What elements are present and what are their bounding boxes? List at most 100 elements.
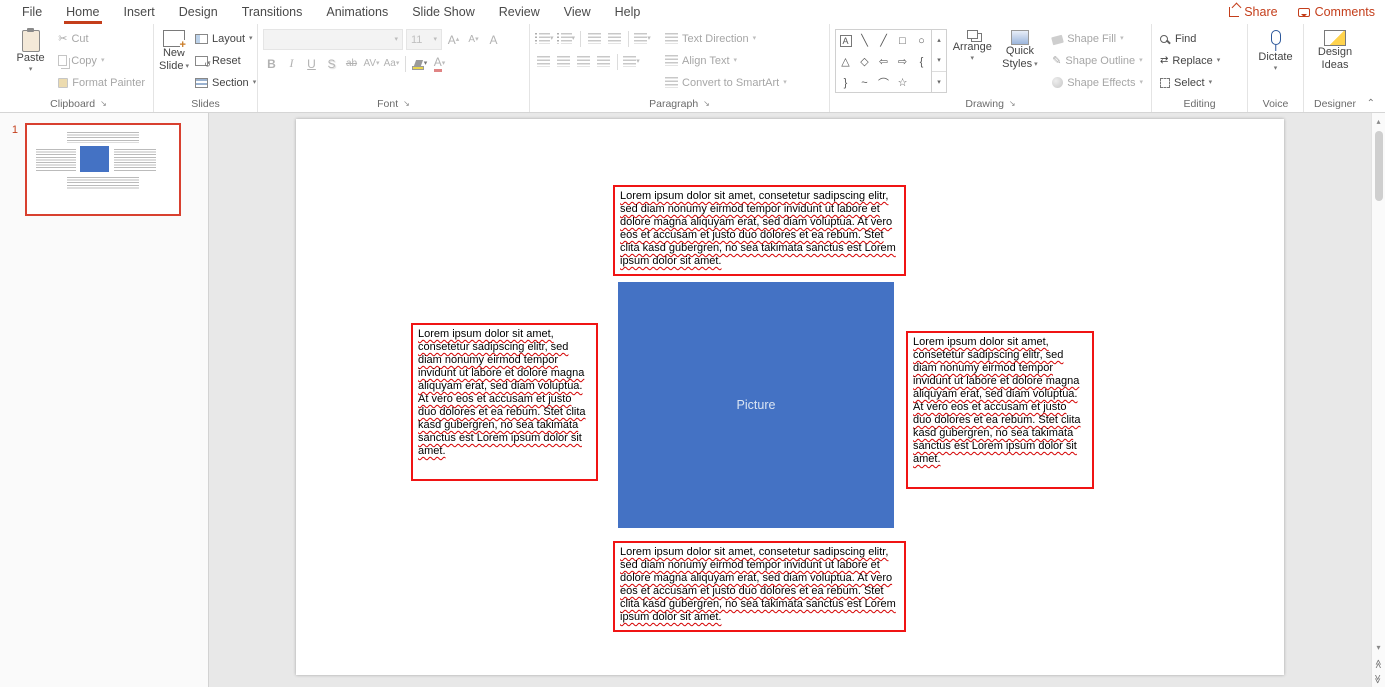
replace-button[interactable]: ⇄ Replace ▾ <box>1157 51 1223 70</box>
dictate-button[interactable]: Dictate ▾ <box>1253 26 1298 72</box>
shape-star-icon[interactable]: ☆ <box>893 72 912 93</box>
shape-oval-icon[interactable]: ○ <box>912 30 931 51</box>
reset-button[interactable]: Reset <box>192 51 259 70</box>
new-slide-label-line2: Slide <box>159 60 183 73</box>
shape-arrow-right-icon[interactable]: ⇨ <box>893 51 912 72</box>
clear-formatting-button[interactable]: A <box>485 30 502 49</box>
layout-button[interactable]: Layout ▾ <box>192 29 259 48</box>
powerpoint-window: File Home Insert Design Transitions Anim… <box>0 0 1385 687</box>
tab-help[interactable]: Help <box>603 0 653 24</box>
decrease-indent-button[interactable] <box>586 29 603 48</box>
font-size-combo[interactable]: 11 ▾ <box>406 29 442 50</box>
next-slide-icon: ≪ <box>1373 675 1384 683</box>
strikethrough-button[interactable]: ab <box>343 54 360 73</box>
picture-placeholder[interactable]: Picture <box>618 282 894 528</box>
bold-button[interactable]: B <box>263 54 280 73</box>
format-painter-button[interactable]: Format Painter <box>55 73 148 92</box>
tab-home[interactable]: Home <box>54 0 111 24</box>
textbox-left[interactable]: Lorem ipsum dolor sit amet, consetetur s… <box>411 323 598 481</box>
tab-design[interactable]: Design <box>167 0 230 24</box>
shape-triangle-icon[interactable]: △ <box>836 51 855 72</box>
new-slide-button[interactable]: New Slide ▾ <box>159 26 189 72</box>
columns-button[interactable]: ▾ <box>623 52 640 71</box>
align-center-button[interactable] <box>555 52 572 71</box>
align-right-button[interactable] <box>575 52 592 71</box>
italic-button[interactable]: I <box>283 54 300 73</box>
section-button[interactable]: Section ▾ <box>192 73 259 92</box>
paste-button[interactable]: Paste ▾ <box>9 26 52 73</box>
paragraph-dialog-launcher-icon[interactable]: ↘ <box>703 99 710 108</box>
shapes-scroll-down-button[interactable]: ▾ <box>932 50 946 70</box>
shape-arc-icon[interactable]: ⌒ <box>874 72 893 93</box>
textbox-right[interactable]: Lorem ipsum dolor sit amet, consetetur s… <box>906 331 1094 489</box>
font-color-button[interactable]: A ▾ <box>431 54 448 73</box>
text-direction-button[interactable]: Text Direction ▾ <box>662 29 790 48</box>
shape-effects-button[interactable]: Shape Effects ▾ <box>1049 73 1146 92</box>
previous-slide-button[interactable]: ≪ <box>1372 655 1385 671</box>
character-spacing-button[interactable]: AV ▾ <box>363 54 380 73</box>
align-text-button[interactable]: Align Text ▾ <box>662 51 790 70</box>
font-dialog-launcher-icon[interactable]: ↘ <box>403 99 410 108</box>
select-button[interactable]: Select ▾ <box>1157 73 1223 92</box>
shape-curve-icon[interactable]: ~ <box>855 72 874 93</box>
tab-transitions[interactable]: Transitions <box>230 0 315 24</box>
text-highlight-color-button[interactable]: ▾ <box>411 54 428 73</box>
shape-textbox-icon[interactable]: A <box>836 30 855 51</box>
collapse-ribbon-button[interactable]: ⌃ <box>1367 98 1375 109</box>
design-ideas-label-line2: Ideas <box>1322 59 1349 72</box>
shape-arrow-left-icon[interactable]: ⇦ <box>874 51 893 72</box>
copy-button[interactable]: Copy ▾ <box>55 51 148 70</box>
tab-insert[interactable]: Insert <box>112 0 167 24</box>
align-left-button[interactable] <box>535 52 552 71</box>
change-case-button[interactable]: Aa ▾ <box>383 54 400 73</box>
convert-to-smartart-button[interactable]: Convert to SmartArt ▾ <box>662 73 790 92</box>
shape-line-alt-icon[interactable]: ╱ <box>874 30 893 51</box>
increase-font-size-button[interactable]: A▴ <box>445 30 462 49</box>
bullets-button[interactable]: ▾ <box>535 29 554 48</box>
chevron-down-icon: ▾ <box>424 60 428 67</box>
line-spacing-button[interactable]: ▾ <box>634 29 651 48</box>
textbox-bottom[interactable]: Lorem ipsum dolor sit amet, consetetur s… <box>613 541 906 632</box>
slide-editing-area[interactable]: Lorem ipsum dolor sit amet, consetetur s… <box>296 119 1284 675</box>
tab-review[interactable]: Review <box>487 0 552 24</box>
tab-animations[interactable]: Animations <box>314 0 400 24</box>
text-direction-icon <box>665 33 678 44</box>
decrease-font-size-button[interactable]: A▾ <box>465 30 482 49</box>
shape-brace-left-icon[interactable]: { <box>912 51 931 72</box>
design-ideas-button[interactable]: Design Ideas <box>1311 26 1359 71</box>
quick-styles-button[interactable]: Quick Styles ▾ <box>998 26 1043 70</box>
arrange-button[interactable]: Arrange ▾ <box>950 26 995 62</box>
shapes-scroll-up-button[interactable]: ▴ <box>932 30 946 50</box>
text-shadow-button[interactable]: S <box>323 54 340 73</box>
voice-group-label: Voice <box>1263 98 1289 110</box>
cut-button[interactable]: ✂ Cut <box>55 29 148 48</box>
shape-diamond-icon[interactable]: ◇ <box>855 51 874 72</box>
shape-fill-button[interactable]: Shape Fill ▾ <box>1049 29 1146 48</box>
underline-button[interactable]: U <box>303 54 320 73</box>
scroll-up-button[interactable]: ▴ <box>1372 113 1385 129</box>
drawing-dialog-launcher-icon[interactable]: ↘ <box>1009 99 1016 108</box>
shapes-more-button[interactable]: ▾ <box>932 71 946 92</box>
tab-view[interactable]: View <box>552 0 603 24</box>
share-button[interactable]: Share <box>1229 5 1277 19</box>
font-name-combo[interactable]: ▾ <box>263 29 403 50</box>
align-center-icon <box>557 56 570 67</box>
numbering-button[interactable]: ▾ <box>557 29 576 48</box>
scrollbar-thumb[interactable] <box>1375 131 1383 201</box>
justify-button[interactable] <box>595 52 612 71</box>
clipboard-dialog-launcher-icon[interactable]: ↘ <box>100 99 107 108</box>
shape-outline-button[interactable]: ✎ Shape Outline ▾ <box>1049 51 1146 70</box>
shape-rectangle-icon[interactable]: □ <box>893 30 912 51</box>
slide-1-thumbnail[interactable] <box>25 123 181 216</box>
next-slide-button[interactable]: ≪ <box>1372 671 1385 687</box>
slide-canvas: Lorem ipsum dolor sit amet, consetetur s… <box>209 113 1371 687</box>
shape-line-icon[interactable]: ╲ <box>855 30 874 51</box>
shape-brace-right-icon[interactable]: } <box>836 72 855 93</box>
increase-indent-button[interactable] <box>606 29 623 48</box>
textbox-top[interactable]: Lorem ipsum dolor sit amet, consetetur s… <box>613 185 906 276</box>
comments-button[interactable]: Comments <box>1298 5 1375 19</box>
find-button[interactable]: Find <box>1157 29 1223 48</box>
tab-file[interactable]: File <box>10 0 54 24</box>
scroll-down-button[interactable]: ▾ <box>1372 639 1385 655</box>
tab-slide-show[interactable]: Slide Show <box>400 0 487 24</box>
